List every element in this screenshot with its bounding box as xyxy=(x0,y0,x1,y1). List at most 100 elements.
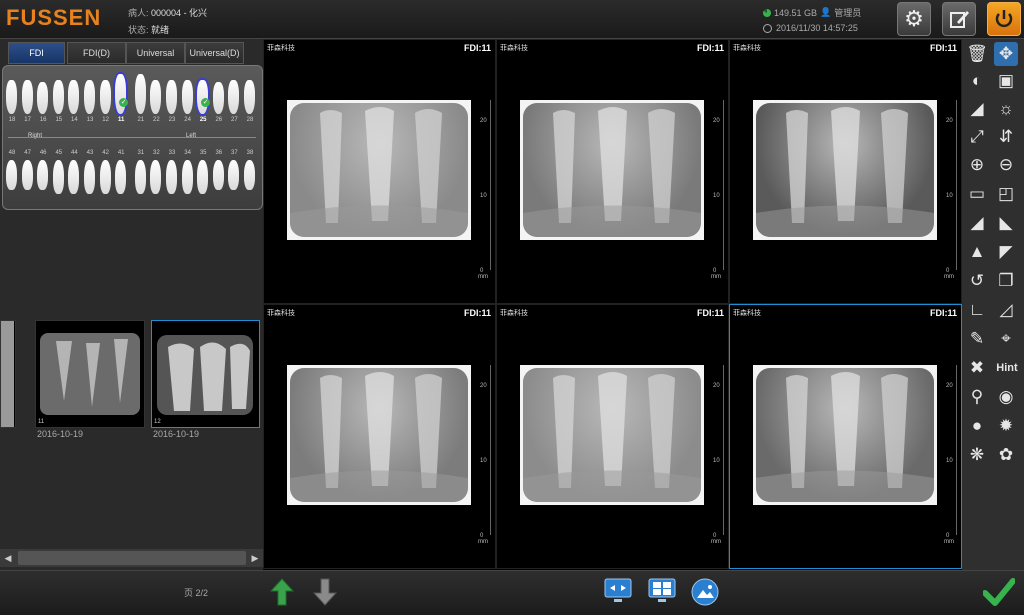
tooth-32[interactable] xyxy=(150,160,162,194)
tooth-21[interactable] xyxy=(134,74,146,114)
tooth-17[interactable] xyxy=(21,80,33,114)
thumbnail-12[interactable]: 12 xyxy=(151,320,260,428)
image-view-button[interactable] xyxy=(691,578,719,611)
xray-image xyxy=(520,100,704,240)
tooth-24[interactable] xyxy=(181,80,193,114)
image-cell[interactable]: 菲森科技 FDI:11 20 10 0 mm xyxy=(263,304,496,569)
tooth-47[interactable] xyxy=(21,160,33,190)
tooth-28[interactable] xyxy=(244,80,255,114)
image-cell[interactable]: 菲森科技 FDI:11 20 10 0 mm xyxy=(496,39,729,304)
scale-ruler xyxy=(956,365,957,535)
vertical-move-icon[interactable]: ⇵ xyxy=(994,125,1018,149)
tooth-icon[interactable]: ✿ xyxy=(994,443,1018,467)
tooth-number: 41 xyxy=(117,150,125,156)
move-icon[interactable]: ✥ xyxy=(994,42,1018,66)
tooth-44[interactable] xyxy=(68,160,80,194)
mirror-icon[interactable]: ◣ xyxy=(994,211,1018,235)
tooth-34[interactable] xyxy=(181,160,193,194)
thumbnail-partial[interactable] xyxy=(0,320,16,428)
close-icon[interactable]: ✖ xyxy=(965,356,989,380)
tooth-27[interactable] xyxy=(228,80,240,114)
curve-icon[interactable]: ◢ xyxy=(965,97,989,121)
tooth-46[interactable] xyxy=(37,160,49,190)
flip-horizontal-icon[interactable]: ◢ xyxy=(965,211,989,235)
noise-icon[interactable]: ❋ xyxy=(965,443,989,467)
tab-universal-d[interactable]: Universal(D) xyxy=(185,42,244,64)
tooth-45[interactable] xyxy=(52,160,64,194)
tooth-43[interactable] xyxy=(84,160,95,194)
thumbnail-scrollbar[interactable]: ◀ ▶ xyxy=(0,549,263,567)
status-info: 状态: 就绪 xyxy=(128,23,169,36)
tooth-number: 24 xyxy=(184,117,191,123)
picture-icon xyxy=(691,578,719,606)
rotate-icon[interactable]: ↺ xyxy=(965,269,989,293)
confirm-button[interactable] xyxy=(982,577,1016,612)
tab-fdi-d[interactable]: FDI(D) xyxy=(67,42,126,64)
tooth-22[interactable] xyxy=(150,80,162,114)
tab-universal[interactable]: Universal xyxy=(126,42,185,64)
tooth-42[interactable] xyxy=(99,160,111,194)
tooth-number: 45 xyxy=(55,150,63,156)
mirror-vertical-icon[interactable]: ◤ xyxy=(994,240,1018,264)
grid-view-button[interactable] xyxy=(648,578,676,609)
brightness-icon[interactable]: ☼ xyxy=(994,97,1018,121)
image-cell[interactable]: 菲森科技 FDI:11 20 10 0 mm xyxy=(496,304,729,569)
freehand-icon[interactable]: ❐ xyxy=(994,269,1018,293)
tooth-11[interactable] xyxy=(115,74,127,114)
flip-vertical-icon[interactable]: ▲ xyxy=(965,240,989,264)
scroll-thumb[interactable] xyxy=(18,551,246,565)
page-down-button[interactable] xyxy=(312,577,338,612)
tooth-37[interactable] xyxy=(228,160,240,190)
image-cell[interactable]: 菲森科技 FDI:11 20 10 0 mm xyxy=(263,39,496,304)
tooth-16[interactable] xyxy=(37,82,49,114)
target-icon[interactable]: ◉ xyxy=(994,385,1018,409)
tooth-26[interactable] xyxy=(212,82,224,114)
tooth-13[interactable] xyxy=(84,80,95,114)
tooth-48[interactable] xyxy=(6,160,17,190)
pen-icon[interactable]: ✎ xyxy=(965,327,989,351)
angle-icon[interactable]: ∟ xyxy=(965,298,989,322)
compare-icon xyxy=(604,578,632,602)
tooth-31[interactable] xyxy=(134,160,146,194)
restore-icon[interactable]: ◰ xyxy=(994,182,1018,206)
selected-check-icon: ✓ xyxy=(119,98,129,107)
settings-button[interactable]: ⚙ xyxy=(897,2,931,36)
tooth-15[interactable] xyxy=(52,80,64,114)
filter-icon[interactable]: ● xyxy=(965,414,989,438)
zoom-out-icon[interactable]: ⊖ xyxy=(994,153,1018,177)
tooth-23[interactable] xyxy=(166,80,177,114)
crop-icon[interactable]: ⌖ xyxy=(994,327,1018,351)
sharpen-icon[interactable]: ✹ xyxy=(994,414,1018,438)
power-button[interactable] xyxy=(987,2,1021,36)
zoom-in-icon[interactable]: ⊕ xyxy=(965,153,989,177)
compare-view-button[interactable] xyxy=(604,578,632,609)
image-cell[interactable]: 菲森科技 FDI:11 20 10 0 mm xyxy=(729,39,962,304)
fit-icon[interactable]: ⤢ xyxy=(965,125,989,149)
hint-button[interactable]: Hint xyxy=(992,356,1022,380)
image-cell[interactable]: 菲森科技 FDI:11 20 10 0 mm xyxy=(729,304,962,569)
frame-icon[interactable]: ▣ xyxy=(994,69,1018,93)
scroll-right-arrow-icon[interactable]: ▶ xyxy=(247,549,263,567)
contrast-icon[interactable]: ◐ xyxy=(965,69,989,93)
tooth-36[interactable] xyxy=(212,160,224,190)
thumbnail-11[interactable]: 11 xyxy=(35,320,145,428)
tooth-25[interactable] xyxy=(197,80,209,114)
arrow-down-icon xyxy=(312,578,338,606)
delete-icon[interactable]: 🗑 xyxy=(965,42,989,66)
magnifier-icon[interactable]: ⚲ xyxy=(965,385,989,409)
fullscreen-icon[interactable]: ▭ xyxy=(965,182,989,206)
ruler-unit: mm xyxy=(478,539,488,545)
tab-fdi[interactable]: FDI xyxy=(8,42,65,64)
ruler-icon[interactable]: ◿ xyxy=(994,298,1018,322)
scroll-left-arrow-icon[interactable]: ◀ xyxy=(0,549,16,567)
tooth-35[interactable] xyxy=(197,160,209,194)
tooth-38[interactable] xyxy=(244,160,255,190)
tooth-41[interactable] xyxy=(115,160,127,194)
edit-button[interactable] xyxy=(942,2,976,36)
tooth-12[interactable] xyxy=(99,80,111,114)
tooth-33[interactable] xyxy=(166,160,177,194)
page-up-button[interactable] xyxy=(269,577,295,612)
tooth-18[interactable] xyxy=(6,80,17,114)
tooth-14[interactable] xyxy=(68,80,80,114)
tooth-number: 42 xyxy=(102,150,109,156)
